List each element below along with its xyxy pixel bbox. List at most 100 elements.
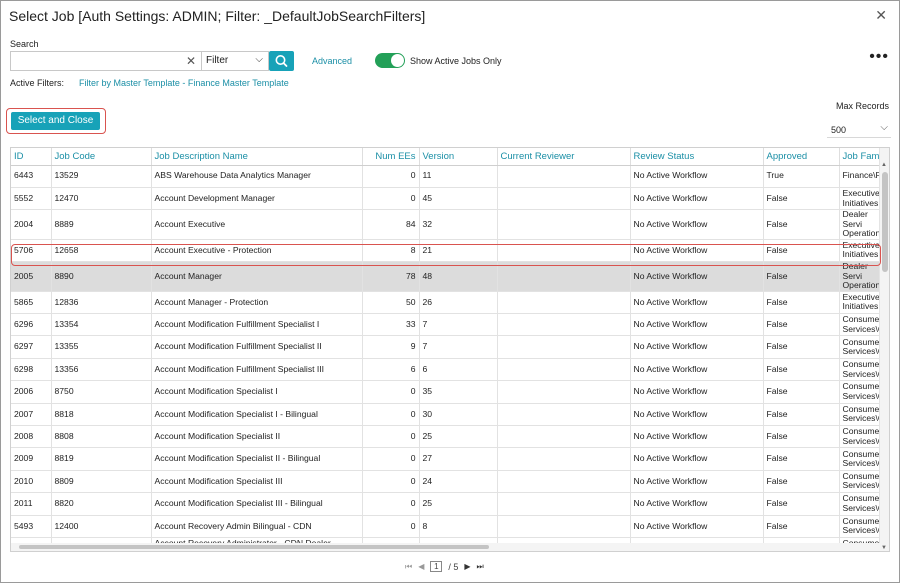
active-jobs-toggle[interactable] <box>375 53 405 68</box>
column-header[interactable]: ID <box>11 148 52 166</box>
prev-page-icon[interactable]: ◀ <box>418 562 424 571</box>
advanced-link[interactable]: Advanced <box>312 56 352 66</box>
table-cell: 13356 <box>51 358 152 382</box>
column-header[interactable]: Review Status <box>630 148 764 166</box>
horizontal-scroll-thumb[interactable] <box>19 545 489 549</box>
table-cell <box>497 291 631 315</box>
column-header[interactable]: Current Reviewer <box>497 148 631 166</box>
table-row[interactable]: 2008 8808 Account Modification Specialist … <box>11 425 881 449</box>
table-cell: Account Manager <box>151 261 363 292</box>
table-cell: 5552 <box>11 187 52 211</box>
table-cell: Dealer Servi Operations <box>839 261 881 292</box>
table-cell: 8 <box>419 515 498 538</box>
scroll-up-icon[interactable]: ▲ <box>881 162 887 168</box>
table-cell <box>497 492 631 516</box>
horizontal-scrollbar[interactable] <box>11 543 880 551</box>
table-row[interactable]: 5493 12400 Account Recovery Admin Bilingua… <box>11 515 881 538</box>
column-header[interactable]: Version <box>419 148 498 166</box>
table-cell: No Active Workflow <box>630 380 764 404</box>
table-cell <box>497 261 631 292</box>
next-page-icon[interactable]: ▶ <box>464 562 470 571</box>
table-cell: Consumer Services\Op <box>839 380 881 404</box>
table-cell: 32 <box>419 209 498 240</box>
table-cell: Account Manager - Protection <box>151 291 363 315</box>
column-header[interactable]: Approved <box>763 148 840 166</box>
table-row[interactable]: 2007 8818 Account Modification Specialist … <box>11 403 881 427</box>
table-cell: 0 <box>362 425 420 449</box>
table-row[interactable]: 6443 13529 ABS Warehouse Data Analytics Ma… <box>11 165 881 188</box>
column-header[interactable]: Job Code <box>51 148 152 166</box>
search-button[interactable] <box>269 51 294 71</box>
table-cell: 8889 <box>51 209 152 240</box>
table-cell: No Active Workflow <box>630 261 764 292</box>
table-cell: 8890 <box>51 261 152 292</box>
page-number-input[interactable]: 1 <box>430 561 443 572</box>
table-cell: 8809 <box>51 470 152 494</box>
table-row[interactable]: 2009 8819 Account Modification Specialist … <box>11 447 881 471</box>
select-and-close-button[interactable]: Select and Close <box>11 112 100 130</box>
table-cell: False <box>763 380 840 404</box>
vertical-scroll-thumb[interactable] <box>882 172 888 272</box>
table-row[interactable]: 6296 13354 Account Modification Fulfillmen… <box>11 313 881 337</box>
last-page-icon[interactable]: ⏭ <box>477 562 484 572</box>
table-row[interactable]: 2004 8889 Account Executive 84 32 No Active W… <box>11 209 881 240</box>
table-cell: 50 <box>362 291 420 315</box>
table-cell <box>497 403 631 427</box>
table-cell: No Active Workflow <box>630 291 764 315</box>
first-page-icon[interactable]: ⏮ <box>405 562 412 572</box>
active-filter-link[interactable]: Filter by Master Template - Finance Mast… <box>79 78 289 88</box>
max-records-dropdown[interactable]: 500 ⌵ <box>827 121 891 138</box>
table-cell: 2009 <box>11 447 52 471</box>
scroll-down-icon[interactable]: ▼ <box>881 545 887 551</box>
table-cell <box>497 335 631 359</box>
column-header[interactable]: Job Description Name <box>151 148 363 166</box>
table-cell: Account Recovery Admin Bilingual - CDN <box>151 515 363 538</box>
table-cell: True <box>763 165 840 188</box>
column-header[interactable]: Job Family <box>839 148 881 166</box>
table-cell: No Active Workflow <box>630 209 764 240</box>
jobs-table: ID Job Code Job Description Name Num EEs Ver… <box>11 148 881 551</box>
table-cell: 11 <box>419 165 498 188</box>
clear-search-icon[interactable]: ✕ <box>186 54 196 68</box>
table-cell: No Active Workflow <box>630 447 764 471</box>
table-row[interactable]: 5865 12836 Account Manager - Protection 50 2… <box>11 291 881 315</box>
table-cell: False <box>763 403 840 427</box>
table-row[interactable]: 6297 13355 Account Modification Fulfillmen… <box>11 335 881 359</box>
table-cell: 0 <box>362 447 420 471</box>
more-options-icon[interactable]: ••• <box>869 48 889 66</box>
table-row[interactable]: 6298 13356 Account Modification Fulfillmen… <box>11 358 881 382</box>
table-cell: Consumer Services\Col <box>839 515 881 538</box>
table-cell: False <box>763 425 840 449</box>
table-cell: 0 <box>362 380 420 404</box>
table-row[interactable]: 2010 8809 Account Modification Specialist … <box>11 470 881 494</box>
table-cell: 78 <box>362 261 420 292</box>
table-row[interactable]: 5552 12470 Account Development Manager 0 45 N… <box>11 187 881 211</box>
chevron-down-icon: ⌵ <box>880 122 888 133</box>
table-cell: 5493 <box>11 515 52 538</box>
table-cell: 0 <box>362 492 420 516</box>
table-cell: Account Modification Fulfillment Special… <box>151 335 363 359</box>
table-cell: Executive\St Initiatives <box>839 291 881 315</box>
jobs-grid: ID Job Code Job Description Name Num EEs Ver… <box>10 147 890 552</box>
table-cell: 30 <box>419 403 498 427</box>
vertical-scrollbar[interactable]: ▲ ▼ <box>879 148 889 551</box>
close-icon[interactable]: ✕ <box>875 7 887 24</box>
table-cell <box>497 187 631 211</box>
table-cell: 13354 <box>51 313 152 337</box>
table-row[interactable]: 2006 8750 Account Modification Specialist … <box>11 380 881 404</box>
dialog-title: Select Job [Auth Settings: ADMIN; Filter… <box>9 8 426 24</box>
search-input[interactable] <box>11 52 181 70</box>
table-cell: No Active Workflow <box>630 470 764 494</box>
table-cell: 26 <box>419 291 498 315</box>
table-row[interactable]: 2005 8890 Account Manager 78 48 No Active Wor… <box>11 261 881 292</box>
table-row[interactable]: 2011 8820 Account Modification Specialist … <box>11 492 881 516</box>
column-header[interactable]: Num EEs <box>362 148 420 166</box>
filter-dropdown[interactable]: Filter ⌵ <box>201 51 269 71</box>
table-cell: Consumer Services\Op <box>839 403 881 427</box>
table-cell: False <box>763 335 840 359</box>
table-cell: 2010 <box>11 470 52 494</box>
table-cell: Consumer Services\Op <box>839 425 881 449</box>
table-cell: Account Modification Specialist III <box>151 470 363 494</box>
max-records-value: 500 <box>831 125 847 135</box>
select-job-dialog: Select Job [Auth Settings: ADMIN; Filter… <box>0 0 900 583</box>
